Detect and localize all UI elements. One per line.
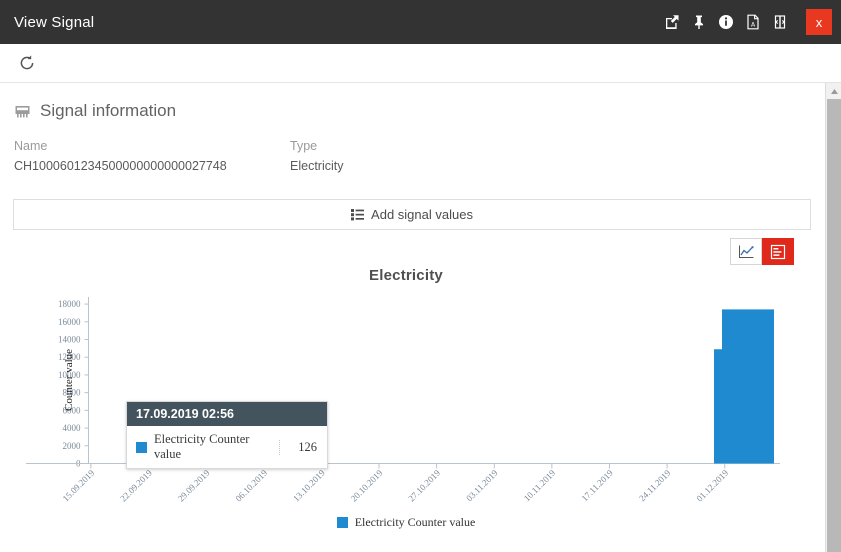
x-axis-tick-label: 10.11.2019 bbox=[522, 467, 558, 503]
x-axis-tick-label: 15.09.2019 bbox=[61, 467, 97, 503]
tooltip-swatch bbox=[136, 442, 147, 453]
x-axis-tick-label: 29.09.2019 bbox=[176, 467, 212, 503]
window-titlebar: View Signal A bbox=[0, 0, 841, 44]
popout-icon[interactable] bbox=[663, 13, 681, 31]
x-axis-tick-label: 03.11.2019 bbox=[464, 467, 500, 503]
field-name: Name CH1000601234500000000000027748 bbox=[14, 139, 290, 173]
tooltip-value: 126 bbox=[279, 440, 327, 455]
add-signal-values-label: Add signal values bbox=[371, 207, 473, 222]
close-button[interactable]: x bbox=[806, 9, 832, 35]
refresh-icon[interactable] bbox=[16, 52, 38, 74]
x-axis-tick-label: 24.11.2019 bbox=[637, 467, 673, 503]
vertical-scrollbar[interactable] bbox=[825, 83, 841, 552]
field-type-label: Type bbox=[290, 139, 343, 153]
x-axis-tick-label: 06.10.2019 bbox=[233, 467, 269, 503]
chart-title: Electricity bbox=[0, 267, 812, 284]
field-type-value: Electricity bbox=[290, 159, 343, 173]
add-signal-values-button[interactable]: Add signal values bbox=[13, 199, 811, 230]
chart-container: Electricity 0200040006000800010000120001… bbox=[0, 263, 812, 548]
y-axis-tick-label: 2000 bbox=[63, 441, 82, 451]
legend-label: Electricity Counter value bbox=[355, 515, 476, 530]
tooltip-header: 17.09.2019 02:56 bbox=[127, 402, 327, 426]
x-axis-tick-label: 01.12.2019 bbox=[694, 467, 730, 503]
chart-type-toggle bbox=[730, 238, 794, 265]
svg-text:A: A bbox=[751, 21, 756, 28]
x-axis-tick-label: 22.09.2019 bbox=[118, 467, 154, 503]
field-name-value: CH1000601234500000000000027748 bbox=[14, 159, 290, 173]
table-view-icon[interactable] bbox=[762, 238, 794, 265]
chart-plot[interactable]: 0200040006000800010000120001400016000180… bbox=[0, 289, 812, 514]
signal-information-header: Signal information bbox=[14, 101, 825, 121]
scrollbar-thumb[interactable] bbox=[827, 99, 841, 552]
legend-swatch bbox=[337, 517, 348, 528]
field-type: Type Electricity bbox=[290, 139, 343, 173]
content-panel: Signal information Name CH10006012345000… bbox=[0, 83, 825, 552]
y-axis: 0200040006000800010000120001400016000180… bbox=[58, 297, 89, 469]
y-axis-tick-label: 16000 bbox=[58, 317, 81, 327]
signal-fields: Name CH1000601234500000000000027748 Type… bbox=[14, 139, 825, 173]
chart-tooltip: 17.09.2019 02:56 Electricity Counter val… bbox=[126, 401, 328, 469]
y-axis-tick-label: 14000 bbox=[58, 335, 81, 345]
signal-icon bbox=[14, 103, 31, 120]
titlebar-actions: A x bbox=[663, 0, 841, 44]
x-axis-tick-label: 27.10.2019 bbox=[406, 467, 442, 503]
tooltip-series-label: Electricity Counter value bbox=[154, 432, 279, 462]
toolbar bbox=[0, 44, 841, 83]
line-chart-icon[interactable] bbox=[730, 238, 762, 265]
info-icon[interactable] bbox=[717, 13, 735, 31]
x-axis: 15.09.2019 22.09.2019 29.09.2019 06.10.2019… bbox=[26, 464, 780, 504]
window-title: View Signal bbox=[14, 14, 663, 31]
bar[interactable] bbox=[722, 309, 774, 463]
tooltip-row: Electricity Counter value 126 bbox=[127, 426, 327, 468]
list-bars-icon bbox=[351, 208, 364, 221]
chevron-up-icon[interactable] bbox=[826, 83, 841, 99]
x-axis-tick-label: 20.10.2019 bbox=[349, 467, 385, 503]
y-axis-tick-label: 4000 bbox=[63, 423, 82, 433]
y-axis-title: Counter value bbox=[63, 349, 75, 411]
y-axis-tick-label: 18000 bbox=[58, 299, 81, 309]
pdf-icon[interactable]: A bbox=[744, 13, 762, 31]
x-axis-tick-label: 17.11.2019 bbox=[579, 467, 615, 503]
collapse-icon[interactable] bbox=[771, 13, 789, 31]
x-axis-tick-label: 13.10.2019 bbox=[291, 467, 327, 503]
page-title: Signal information bbox=[40, 101, 176, 121]
pin-icon[interactable] bbox=[690, 13, 708, 31]
bar-series bbox=[714, 309, 774, 463]
field-name-label: Name bbox=[14, 139, 290, 153]
chart-legend: Electricity Counter value bbox=[0, 515, 812, 530]
